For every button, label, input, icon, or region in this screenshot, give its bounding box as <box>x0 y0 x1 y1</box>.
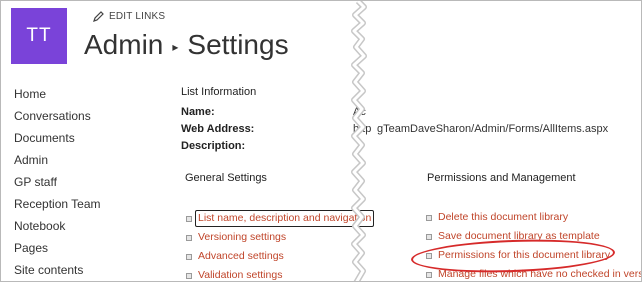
nav-item-site-contents[interactable]: Site contents <box>14 259 101 281</box>
bullet-icon <box>186 234 192 241</box>
general-settings-heading: General Settings <box>185 172 267 184</box>
nav-item-home[interactable]: Home <box>14 83 101 105</box>
sharepoint-settings-screenshot: TT EDIT LINKS Admin ▸ Settings Home Conv… <box>0 0 642 282</box>
validation-settings-link[interactable]: Validation settings <box>198 266 282 281</box>
page-title: Admin ▸ Settings <box>84 29 289 61</box>
left-navigation: Home Conversations Documents Admin GP st… <box>14 83 101 281</box>
bullet-icon <box>186 272 192 279</box>
bullet-icon <box>426 271 432 278</box>
breadcrumb-settings: Settings <box>187 29 289 60</box>
web-address-label: Web Address: <box>181 123 255 135</box>
list-item: Delete this document library <box>426 208 641 227</box>
site-logo-avatar[interactable]: TT <box>11 8 67 64</box>
breadcrumb-admin[interactable]: Admin <box>84 29 163 61</box>
advanced-settings-link[interactable]: Advanced settings <box>198 247 284 266</box>
torn-edge-divider <box>351 1 367 281</box>
delete-document-library-link[interactable]: Delete this document library <box>438 208 568 227</box>
nav-item-conversations[interactable]: Conversations <box>14 105 101 127</box>
web-address-value-right: gTeamDaveSharon/Admin/Forms/AllItems.asp… <box>377 123 609 135</box>
edit-links-button[interactable]: EDIT LINKS <box>93 11 165 22</box>
nav-item-notebook[interactable]: Notebook <box>14 215 101 237</box>
bullet-icon <box>186 215 192 222</box>
breadcrumb-separator-icon: ▸ <box>172 40 179 54</box>
bullet-icon <box>426 214 432 221</box>
nav-item-reception-team[interactable]: Reception Team <box>14 193 101 215</box>
avatar-initials: TT <box>26 25 52 46</box>
nav-item-gp-staff[interactable]: GP staff <box>14 171 101 193</box>
nav-item-pages[interactable]: Pages <box>14 237 101 259</box>
edit-links-label: EDIT LINKS <box>109 11 166 22</box>
description-label: Description: <box>181 140 246 152</box>
bullet-icon <box>186 253 192 260</box>
list-information-heading: List Information <box>181 86 257 98</box>
pencil-icon <box>93 11 104 22</box>
versioning-settings-link[interactable]: Versioning settings <box>198 228 286 247</box>
permissions-management-heading: Permissions and Management <box>427 172 576 184</box>
bullet-icon <box>426 233 432 240</box>
nav-item-admin[interactable]: Admin <box>14 149 101 171</box>
nav-item-documents[interactable]: Documents <box>14 127 101 149</box>
name-label: Name: <box>181 106 215 118</box>
